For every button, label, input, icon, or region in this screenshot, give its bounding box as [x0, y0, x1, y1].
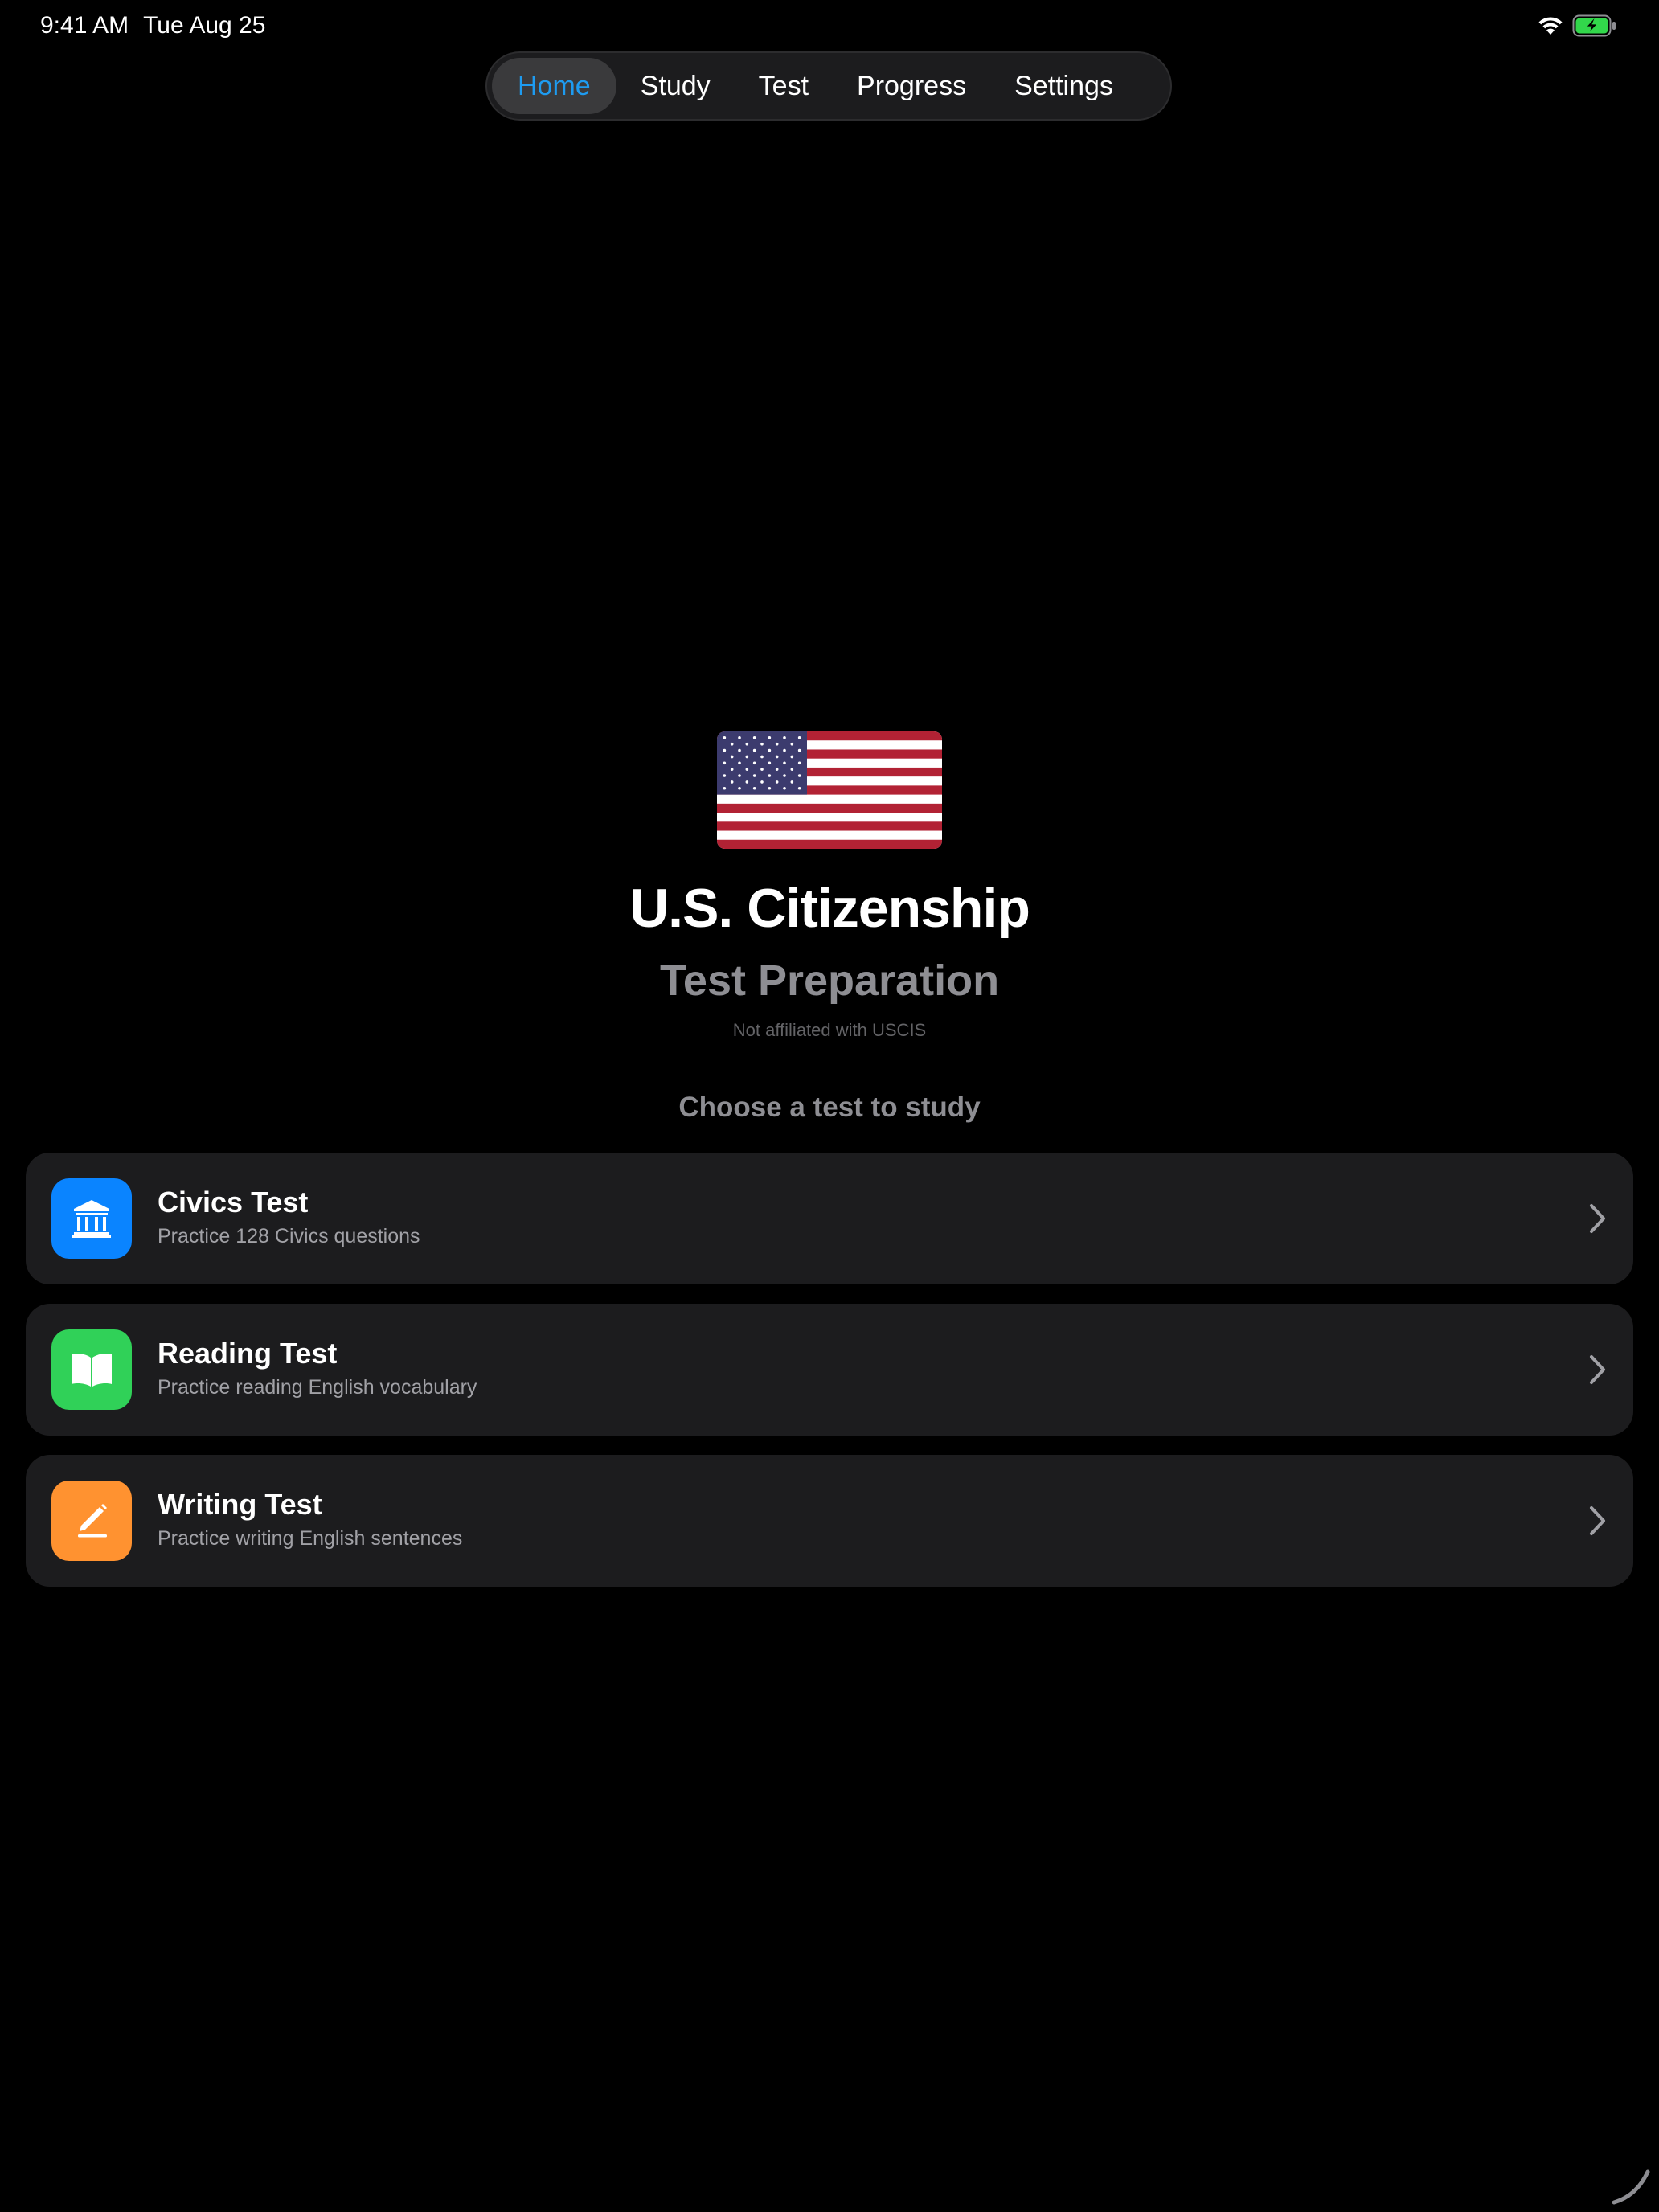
- tab-progress[interactable]: Progress: [833, 58, 990, 114]
- civics-test-description: Practice 128 Civics questions: [158, 1225, 420, 1247]
- building-columns-icon: [51, 1178, 132, 1259]
- wifi-icon: [1538, 17, 1563, 35]
- top-tab-bar: Home Study Test Progress Settings: [485, 51, 1172, 121]
- choose-test-prompt: Choose a test to study: [678, 1092, 981, 1123]
- civics-test-title: Civics Test: [158, 1186, 309, 1219]
- home-screen: 9:41 AM Tue Aug 25 Home Study Test Progre…: [0, 0, 1659, 2212]
- tab-home[interactable]: Home: [492, 58, 616, 114]
- tab-settings[interactable]: Settings: [990, 58, 1137, 114]
- status-time: 9:41 AM: [40, 12, 129, 39]
- chevron-right-icon: [1590, 1355, 1605, 1384]
- pencil-line-icon: [51, 1481, 132, 1561]
- battery-charging-icon: [1572, 14, 1616, 37]
- writing-test-description: Practice writing English sentences: [158, 1527, 463, 1550]
- app-title: U.S. Citizenship: [629, 878, 1030, 939]
- reading-test-title: Reading Test: [158, 1337, 338, 1370]
- writing-test-title: Writing Test: [158, 1488, 322, 1521]
- tab-study[interactable]: Study: [616, 58, 735, 114]
- app-subtitle: Test Preparation: [659, 956, 1000, 1005]
- reading-test-card[interactable]: Reading Test Practice reading English vo…: [26, 1304, 1633, 1436]
- chevron-right-icon: [1590, 1204, 1605, 1233]
- tab-test[interactable]: Test: [735, 58, 833, 114]
- status-icons: [1537, 13, 1617, 39]
- writing-test-card[interactable]: Writing Test Practice writing English se…: [26, 1455, 1633, 1587]
- chevron-right-icon: [1590, 1506, 1605, 1535]
- status-bar-clock: 9:41 AM Tue Aug 25: [40, 11, 265, 40]
- civics-test-card[interactable]: Civics Test Practice 128 Civics question…: [26, 1153, 1633, 1284]
- disclaimer-text: Not affiliated with USCIS: [732, 1020, 927, 1040]
- reading-test-description: Practice reading English vocabulary: [158, 1376, 477, 1399]
- corner-grabber-icon[interactable]: [1609, 2164, 1653, 2207]
- us-flag-icon: [717, 731, 942, 849]
- book-icon: [51, 1329, 132, 1410]
- status-date: Tue Aug 25: [143, 12, 266, 39]
